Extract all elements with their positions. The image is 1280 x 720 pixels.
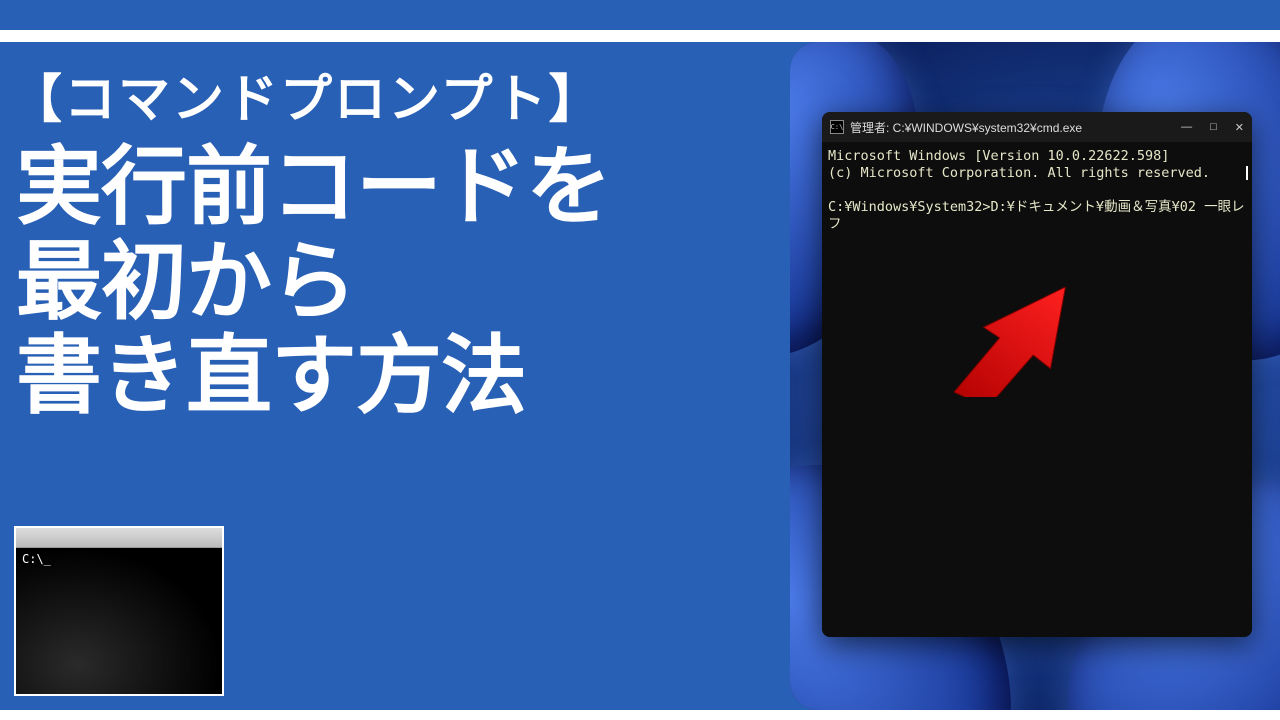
cmd-titlebar[interactable]: C:\ 管理者: C:¥WINDOWS¥system32¥cmd.exe — □… <box>822 112 1252 142</box>
cmd-thumbnail: C:\_ <box>14 526 224 696</box>
title-line-1: 実行前コードを <box>16 139 611 235</box>
cmd-prompt-line: C:¥Windows¥System32>D:¥ドキュメント¥動画＆写真¥02 一… <box>828 199 1245 232</box>
cmd-body[interactable]: Microsoft Windows [Version 10.0.22622.59… <box>822 142 1252 637</box>
title-line-3: 書き直す方法 <box>16 328 526 424</box>
cmd-window-title: 管理者: C:¥WINDOWS¥system32¥cmd.exe <box>850 119 1175 136</box>
maximize-button[interactable]: □ <box>1210 121 1217 133</box>
cmd-output-line: Microsoft Windows [Version 10.0.22622.59… <box>828 148 1169 164</box>
thumb-titlebar <box>16 528 222 548</box>
thumb-prompt-text: C:\_ <box>22 552 51 566</box>
subtitle-text: 【コマンドプロンプト】 <box>10 72 602 129</box>
title-line-2: 最初から <box>16 234 356 330</box>
main-title: 実行前コードを 最初から 書き直す方法 <box>16 140 611 424</box>
text-cursor <box>1246 166 1248 180</box>
desktop-screenshot: C:\ 管理者: C:¥WINDOWS¥system32¥cmd.exe — □… <box>790 42 1280 710</box>
window-controls: — □ ✕ <box>1181 121 1244 134</box>
divider-top <box>0 30 1280 42</box>
minimize-button[interactable]: — <box>1181 121 1192 133</box>
thumb-body: C:\_ <box>16 548 222 694</box>
divider-bottom <box>0 710 1280 720</box>
cmd-window[interactable]: C:\ 管理者: C:¥WINDOWS¥system32¥cmd.exe — □… <box>822 112 1252 637</box>
cmd-icon: C:\ <box>830 120 844 134</box>
close-button[interactable]: ✕ <box>1235 121 1244 134</box>
cmd-output-line: (c) Microsoft Corporation. All rights re… <box>828 165 1210 181</box>
